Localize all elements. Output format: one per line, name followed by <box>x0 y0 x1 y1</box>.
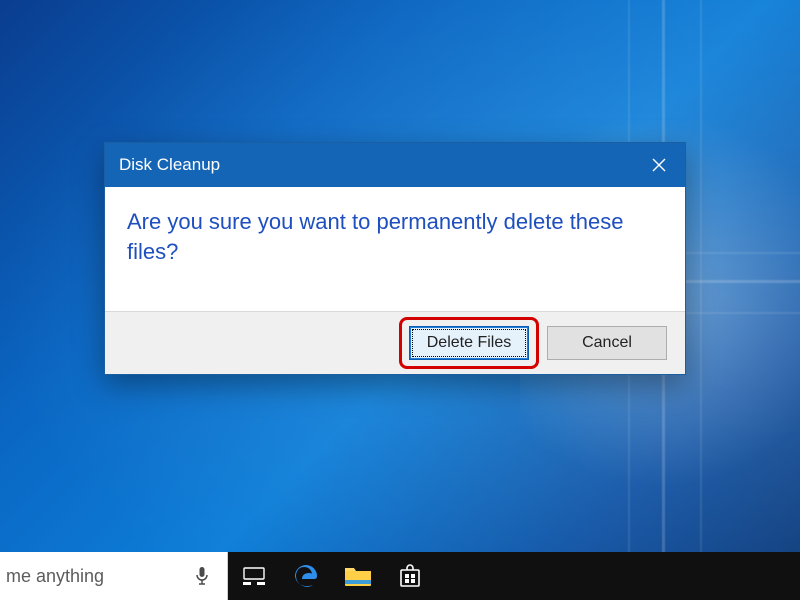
task-view-button[interactable] <box>228 552 280 600</box>
task-view-icon <box>243 567 265 585</box>
file-explorer-icon <box>344 565 372 587</box>
disk-cleanup-dialog: Disk Cleanup Are you sure you want to pe… <box>104 142 686 375</box>
file-explorer-button[interactable] <box>332 552 384 600</box>
dialog-body: Are you sure you want to permanently del… <box>105 187 685 311</box>
cortana-mic-button[interactable] <box>187 566 217 586</box>
dialog-title: Disk Cleanup <box>119 155 633 175</box>
dialog-titlebar[interactable]: Disk Cleanup <box>105 143 685 187</box>
store-button[interactable] <box>384 552 436 600</box>
cancel-button[interactable]: Cancel <box>547 326 667 360</box>
edge-icon <box>293 563 319 589</box>
microphone-icon <box>195 566 209 586</box>
wallpaper-beam <box>700 0 702 600</box>
taskbar: me anything <box>0 552 800 600</box>
search-box[interactable]: me anything <box>0 552 228 600</box>
desktop-background: Disk Cleanup Are you sure you want to pe… <box>0 0 800 600</box>
edge-browser-button[interactable] <box>280 552 332 600</box>
dialog-message: Are you sure you want to permanently del… <box>127 207 663 266</box>
search-placeholder: me anything <box>0 566 187 587</box>
close-button[interactable] <box>633 143 685 187</box>
close-icon <box>652 158 666 172</box>
dialog-button-bar: Delete Files Cancel <box>105 311 685 374</box>
store-icon <box>398 564 422 588</box>
delete-files-button[interactable]: Delete Files <box>409 326 529 360</box>
